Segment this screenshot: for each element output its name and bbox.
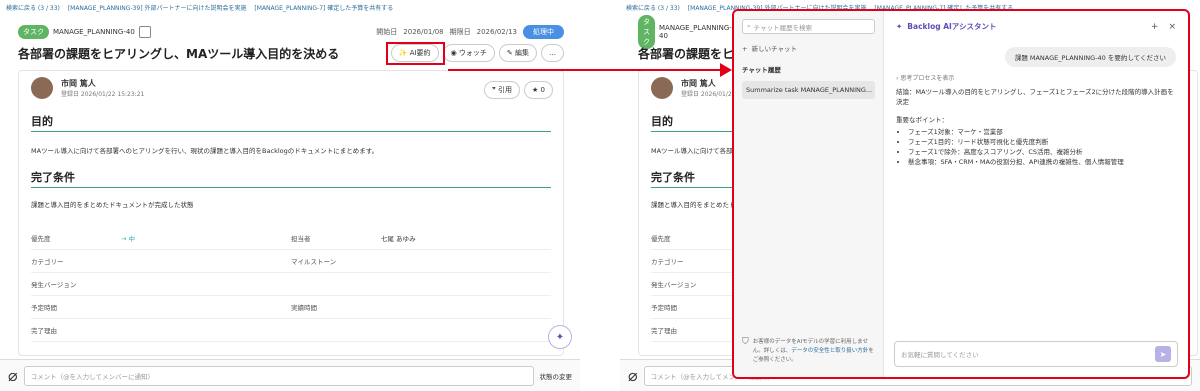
show-process-toggle[interactable]: › 思考プロセスを表示 bbox=[896, 73, 954, 82]
status-change-button[interactable]: 状態の変更 bbox=[540, 371, 573, 381]
plus-icon[interactable]: + bbox=[1151, 22, 1159, 32]
send-icon[interactable]: ➤ bbox=[1155, 346, 1171, 362]
properties-grid: 優先度 → 中担当者 七尾 あゆみ カテゴリー マイルストーン 発生バージョン 予定時… bbox=[31, 227, 551, 342]
assistant-title: Backlog AIアシスタント bbox=[907, 22, 997, 31]
conclusion-text: 結論：MAツール導入の目的をヒアリングし、フェーズ1とフェーズ2に分けた段階的導… bbox=[896, 88, 1174, 106]
breadcrumb: 検索に戻る (3 / 33) [MANAGE_PLANNING-39] 外部パー… bbox=[0, 0, 580, 14]
issue-card: 市岡 篤人 登録日 2026/01/22 15:23:21 ❞ 引用 ★ 0 目… bbox=[18, 70, 564, 356]
comment-input[interactable]: コメント（@を入力してメンバーに通知） bbox=[23, 365, 534, 386]
author-name: 市岡 篤人 bbox=[61, 79, 96, 88]
chat-history-heading: チャット履歴 bbox=[742, 66, 781, 74]
transition-arrow-icon bbox=[448, 63, 732, 77]
close-icon[interactable]: × bbox=[1168, 22, 1176, 32]
user-message: 課題 MANAGE_PLANNING-40 を要約してください bbox=[1004, 47, 1176, 67]
start-label: 開始日 bbox=[376, 28, 398, 36]
chat-sidebar: ⌕ チャット履歴を検索 + 新しいチャット チャット履歴 Summarize t… bbox=[734, 11, 884, 377]
issue-page-before: 検索に戻る (3 / 33) [MANAGE_PLANNING-39] 外部パー… bbox=[0, 0, 580, 391]
copy-icon[interactable] bbox=[138, 26, 151, 38]
star-button[interactable]: ★ 0 bbox=[524, 81, 553, 99]
privacy-link[interactable]: データの安全性と取り扱い方針 bbox=[791, 348, 868, 354]
point-item: 懸念事項：SFA・CRM・MAの役割分担、API連携の複雑性、個人情報管理 bbox=[908, 157, 1174, 167]
due-label: 期限日 bbox=[449, 28, 471, 36]
issue-title: 各部署の課題をヒアリングし、MAツール導入目的を決める bbox=[18, 47, 340, 61]
point-item: フェーズ1目的：リード状態可視化と優先度判断 bbox=[908, 137, 1174, 147]
back-to-search-link[interactable]: 検索に戻る (3 / 33) bbox=[6, 5, 60, 12]
search-icon: ⌕ bbox=[747, 22, 751, 30]
status-badge[interactable]: 処理中 bbox=[523, 25, 564, 39]
attach-icon[interactable]: ⌀ bbox=[8, 366, 18, 385]
point-item: フェーズ1で除外：高度なスコアリング、CS活用、複雑分析 bbox=[908, 147, 1174, 157]
assistant-answer: 結論：MAツール導入の目的をヒアリングし、フェーズ1とフェーズ2に分けた段階的導… bbox=[896, 87, 1174, 167]
ai-summary-button[interactable]: ✨ AI要約 bbox=[390, 44, 439, 62]
chat-search-input[interactable]: ⌕ チャット履歴を検索 bbox=[742, 19, 875, 34]
point-item: フェーズ1対象：マーケ・営業部 bbox=[908, 127, 1174, 137]
shield-icon: ⛉ bbox=[742, 337, 749, 347]
chat-history-item[interactable]: Summarize task MANAGE_PLANNING... bbox=[742, 81, 875, 99]
purpose-text: MAツール導入に向けて各部署へのヒアリングを行い、現状の課題と導入目的をBack… bbox=[31, 147, 379, 155]
comment-bar: ⌀ コメント（@を入力してメンバーに通知） 状態の変更 bbox=[0, 359, 580, 391]
start-date: 2026/01/08 bbox=[403, 28, 444, 36]
prev-issue-link[interactable]: [MANAGE_PLANNING-39] 外部パートナーに向けた説明会を実施 bbox=[68, 5, 247, 12]
chat-input[interactable]: お気軽に質問してください ➤ bbox=[894, 341, 1178, 367]
next-issue-link[interactable]: [MANAGE_PLANNING-7] 確定した予算を共有する bbox=[254, 5, 393, 12]
ai-assistant-fab-icon[interactable]: ✦ bbox=[548, 325, 572, 349]
avatar bbox=[31, 77, 53, 99]
author-date: 登録日 2026/01/22 15:23:21 bbox=[61, 91, 145, 98]
points-heading: 重要なポイント： bbox=[896, 116, 948, 124]
new-chat-button[interactable]: + 新しいチャット bbox=[742, 43, 875, 53]
chat-area: ✦ Backlog AIアシスタント + × 課題 MANAGE_PLANNIN… bbox=[884, 11, 1188, 377]
purpose-heading: 目的 bbox=[31, 115, 53, 128]
done-heading: 完了条件 bbox=[31, 171, 75, 184]
issue-key: MANAGE_PLANNING-40 bbox=[53, 28, 135, 36]
sparkle-icon: ✦ bbox=[896, 22, 903, 31]
quote-button[interactable]: ❞ 引用 bbox=[484, 81, 521, 99]
ai-assistant-panel: ⌕ チャット履歴を検索 + 新しいチャット チャット履歴 Summarize t… bbox=[732, 9, 1190, 379]
issue-type-tag: タスク bbox=[18, 25, 49, 39]
due-date: 2026/02/13 bbox=[476, 28, 517, 36]
privacy-notice: ⛉ お客様のデータをAIモデルの学習に利用しません。詳しくは、データの安全性と取… bbox=[742, 337, 874, 364]
done-text: 課題と導入目的をまとめたドキュメントが完成した状態 bbox=[31, 201, 194, 209]
